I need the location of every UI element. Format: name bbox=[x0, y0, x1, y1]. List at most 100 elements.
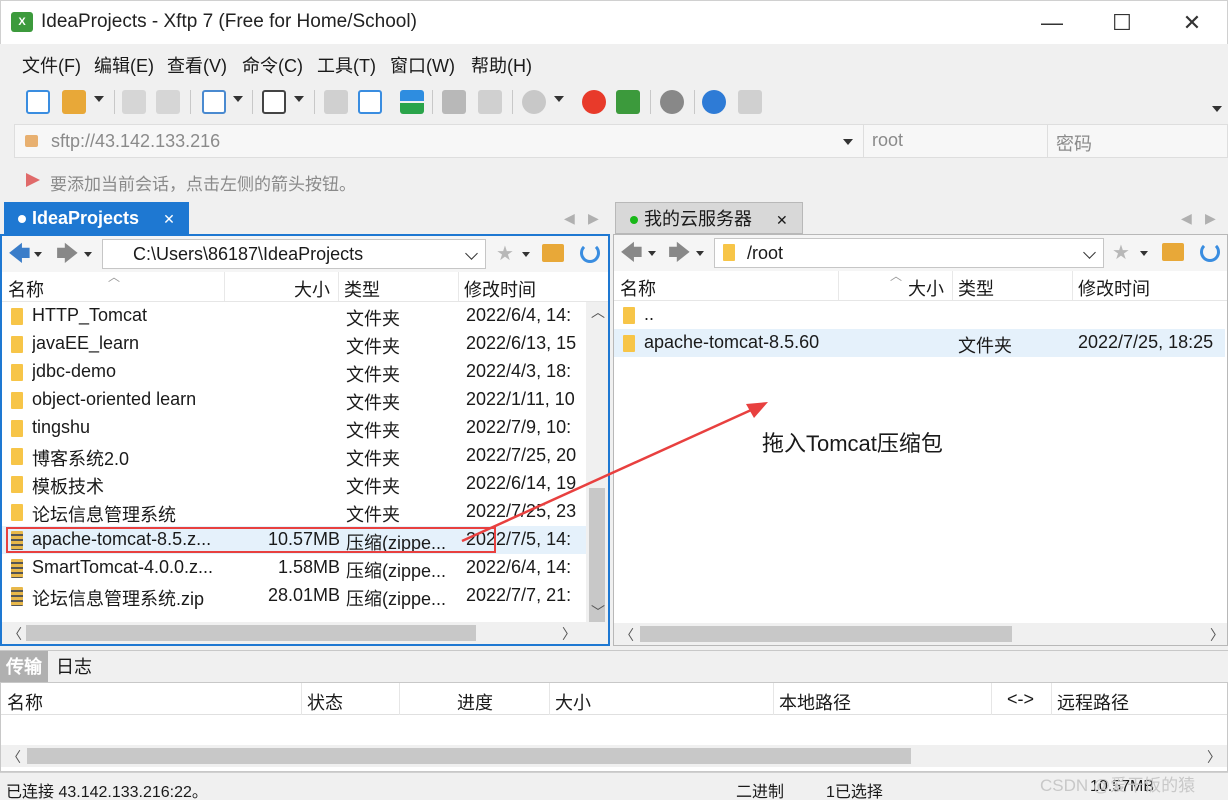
forward-dropdown-icon[interactable] bbox=[696, 251, 704, 256]
menu-window[interactable]: 窗口(W) bbox=[390, 52, 455, 78]
xftp-icon[interactable] bbox=[616, 90, 640, 114]
column-divider[interactable] bbox=[301, 683, 302, 715]
username-field[interactable]: root bbox=[863, 125, 1047, 157]
new-session-icon[interactable] bbox=[26, 90, 50, 114]
tab-close-icon[interactable]: ✕ bbox=[776, 204, 788, 236]
file-row[interactable]: tingshu 文件夹 2022/7/9, 10: bbox=[2, 414, 586, 442]
scroll-left-icon[interactable]: 〈 bbox=[7, 747, 21, 767]
back-dropdown-icon[interactable] bbox=[648, 251, 656, 256]
back-dropdown-icon[interactable] bbox=[34, 252, 42, 257]
column-divider[interactable] bbox=[952, 271, 953, 300]
path-dropdown-icon[interactable] bbox=[1083, 246, 1096, 259]
column-divider[interactable] bbox=[338, 272, 339, 301]
scroll-thumb[interactable] bbox=[27, 748, 911, 764]
back-arrow-icon[interactable]: 🡄 bbox=[8, 243, 31, 265]
home-folder-icon[interactable] bbox=[1162, 243, 1184, 261]
open-dropdown-icon[interactable] bbox=[94, 96, 104, 102]
refresh-icon[interactable] bbox=[580, 243, 600, 263]
file-row[interactable]: HTTP_Tomcat 文件夹 2022/6/4, 14: bbox=[2, 302, 586, 330]
remote-path-input[interactable]: /root bbox=[714, 238, 1104, 268]
column-direction[interactable]: <-> bbox=[1007, 689, 1034, 710]
column-progress[interactable]: 进度 bbox=[457, 689, 493, 715]
tab-close-icon[interactable]: ✕ bbox=[163, 203, 175, 235]
column-type[interactable]: 类型 bbox=[344, 276, 380, 302]
file-row[interactable]: object-oriented learn 文件夹 2022/1/11, 10 bbox=[2, 386, 586, 414]
file-row[interactable]: javaEE_learn 文件夹 2022/6/13, 15 bbox=[2, 330, 586, 358]
column-size[interactable]: 大小 bbox=[555, 689, 591, 715]
scroll-right-icon[interactable]: 〉 bbox=[1207, 747, 1221, 767]
file-row[interactable]: apache-tomcat-8.5.60 文件夹 2022/7/25, 18:25 bbox=[614, 329, 1225, 357]
local-vertical-scrollbar[interactable]: ︿ ﹀ bbox=[586, 302, 608, 630]
back-arrow-icon[interactable]: 🡄 bbox=[620, 242, 643, 264]
scroll-right-icon[interactable]: 〉 bbox=[562, 624, 576, 644]
address-input[interactable]: sftp://43.142.133.216 bbox=[51, 131, 220, 152]
file-row[interactable]: 论坛信息管理系统.zip 28.01MB 压缩(zippe... 2022/7/7, … bbox=[2, 582, 586, 610]
tab-remote[interactable]: 我的云服务器 ✕ bbox=[615, 202, 803, 234]
menu-file[interactable]: 文件(F) bbox=[22, 52, 81, 78]
file-row[interactable]: jdbc-demo 文件夹 2022/4/3, 18: bbox=[2, 358, 586, 386]
local-horizontal-scrollbar[interactable]: 〈 〉 bbox=[2, 622, 608, 644]
scroll-right-icon[interactable]: 〉 bbox=[1210, 625, 1224, 645]
scroll-left-icon[interactable]: 〈 bbox=[620, 625, 634, 645]
file-row[interactable]: .. bbox=[614, 301, 1225, 329]
menu-view[interactable]: 查看(V) bbox=[167, 52, 227, 78]
bookmark-dropdown-icon[interactable] bbox=[1140, 251, 1148, 256]
local-path-input[interactable]: C:\Users\86187\IdeaProjects bbox=[102, 239, 486, 269]
column-status[interactable]: 状态 bbox=[307, 689, 343, 715]
gear-icon[interactable] bbox=[660, 90, 684, 114]
file-row[interactable]: 论坛信息管理系统 文件夹 2022/7/25, 23 bbox=[2, 498, 586, 526]
column-divider[interactable] bbox=[838, 271, 839, 300]
bookmark-star-icon[interactable]: ★ bbox=[1112, 240, 1130, 265]
help-icon[interactable] bbox=[702, 90, 726, 114]
forward-dropdown-icon[interactable] bbox=[84, 252, 92, 257]
tab-prev-icon[interactable]: ◀ bbox=[1181, 210, 1192, 227]
properties-dropdown-icon[interactable] bbox=[233, 96, 243, 102]
copy-icon[interactable] bbox=[442, 90, 466, 114]
address-dropdown-icon[interactable] bbox=[843, 139, 853, 145]
tab-next-icon[interactable]: ▶ bbox=[588, 210, 599, 227]
column-divider[interactable] bbox=[224, 272, 225, 301]
column-remote-path[interactable]: 远程路径 bbox=[1057, 689, 1129, 715]
tab-local[interactable]: IdeaProjects ✕ bbox=[4, 202, 189, 234]
connect-icon[interactable] bbox=[122, 90, 146, 114]
close-button[interactable]: ✕ bbox=[1157, 1, 1227, 45]
menu-edit[interactable]: 编辑(E) bbox=[94, 52, 154, 78]
column-divider[interactable] bbox=[549, 683, 550, 715]
column-divider[interactable] bbox=[773, 683, 774, 715]
open-folder-icon[interactable] bbox=[62, 90, 86, 114]
menu-tools[interactable]: 工具(T) bbox=[317, 52, 376, 78]
refresh-icon[interactable] bbox=[1200, 242, 1220, 262]
column-size[interactable]: 大小 bbox=[294, 276, 330, 302]
file-row[interactable]: 博客系统2.0 文件夹 2022/7/25, 20 bbox=[2, 442, 586, 470]
scroll-left-icon[interactable]: 〈 bbox=[8, 624, 22, 644]
upload-icon[interactable] bbox=[324, 90, 348, 114]
column-local-path[interactable]: 本地路径 bbox=[779, 689, 851, 715]
remote-horizontal-scrollbar[interactable]: 〈 〉 bbox=[614, 623, 1227, 645]
forward-arrow-icon[interactable]: 🡆 bbox=[56, 243, 79, 265]
column-divider[interactable] bbox=[1051, 683, 1052, 715]
file-row[interactable]: 模板技术 文件夹 2022/6/14, 19 bbox=[2, 470, 586, 498]
tab-log[interactable]: 日志 bbox=[50, 651, 98, 683]
menu-command[interactable]: 命令(C) bbox=[242, 52, 303, 78]
scroll-up-icon[interactable]: ︿ bbox=[591, 302, 605, 322]
password-field[interactable]: 密码 bbox=[1047, 125, 1228, 157]
column-name[interactable]: 名称 bbox=[8, 276, 44, 302]
column-type[interactable]: 类型 bbox=[958, 275, 994, 301]
tab-next-icon[interactable]: ▶ bbox=[1205, 210, 1216, 227]
home-folder-icon[interactable] bbox=[542, 244, 564, 262]
add-session-arrow-icon[interactable] bbox=[24, 171, 42, 189]
maximize-button[interactable]: ☐ bbox=[1087, 1, 1157, 45]
column-divider[interactable] bbox=[1072, 271, 1073, 300]
paste-icon[interactable] bbox=[478, 90, 502, 114]
toolbar-overflow-icon[interactable] bbox=[1212, 106, 1222, 112]
sync-icon[interactable] bbox=[400, 90, 424, 114]
minimize-button[interactable]: — bbox=[1017, 1, 1087, 45]
bookmark-dropdown-icon[interactable] bbox=[522, 252, 530, 257]
status-dropdown-icon[interactable] bbox=[554, 96, 564, 102]
tab-transfer[interactable]: 传输 bbox=[0, 651, 48, 683]
file-row[interactable]: SmartTomcat-4.0.0.z... 1.58MB 压缩(zippe... 2… bbox=[2, 554, 586, 582]
column-divider[interactable] bbox=[399, 683, 400, 715]
tab-prev-icon[interactable]: ◀ bbox=[564, 210, 575, 227]
download-icon[interactable] bbox=[358, 90, 382, 114]
terminal-dropdown-icon[interactable] bbox=[294, 96, 304, 102]
